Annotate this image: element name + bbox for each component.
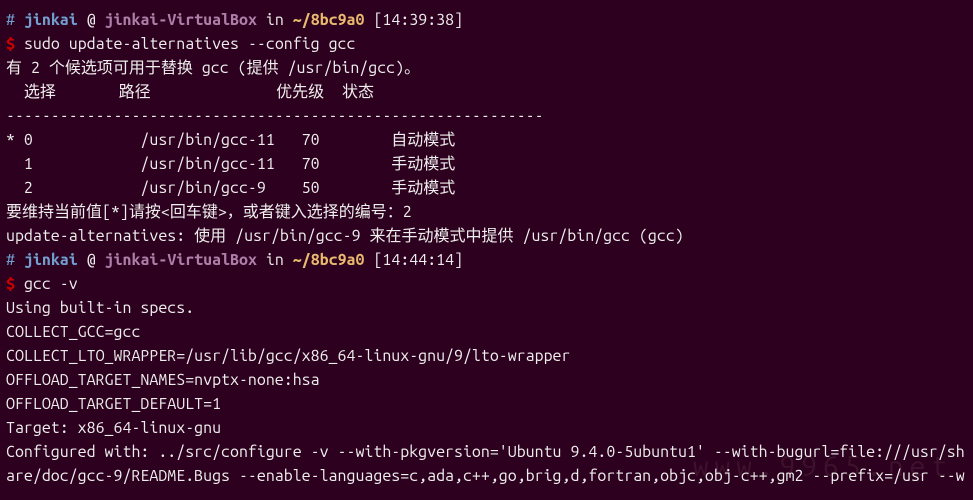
prompt-time: [14:39:38]: [373, 11, 463, 29]
prompt-time: [14:44:14]: [373, 251, 463, 269]
command-text: gcc -v: [24, 275, 78, 293]
gcc-output-line: COLLECT_GCC=gcc: [6, 320, 967, 344]
gcc-output-line: Target: x86_64-linux-gnu: [6, 416, 967, 440]
selection-prompt[interactable]: 要维持当前值[*]请按<回车键>，或者键入选择的编号：2: [6, 200, 967, 224]
command-text: sudo update-alternatives --config gcc: [24, 35, 356, 53]
gcc-output-line: OFFLOAD_TARGET_NAMES=nvptx-none:hsa: [6, 368, 967, 392]
confirmation-line: update-alternatives: 使用 /usr/bin/gcc-9 来…: [6, 224, 967, 248]
command-line-2[interactable]: $ gcc -v: [6, 272, 967, 296]
table-row: * 0 /usr/bin/gcc-11 70 自动模式: [6, 128, 967, 152]
prompt-host: jinkai-VirtualBox: [105, 251, 257, 269]
prompt-host: jinkai-VirtualBox: [105, 11, 257, 29]
prompt-path: ~/8bc9a0: [293, 11, 365, 29]
prompt-dollar: $: [6, 35, 15, 53]
gcc-output-line: Configured with: ../src/configure -v --w…: [6, 440, 967, 464]
prompt-hash: #: [6, 11, 15, 29]
prompt-line-2: # jinkai @ jinkai-VirtualBox in ~/8bc9a0…: [6, 248, 967, 272]
output-line: 有 2 个候选项可用于替换 gcc (提供 /usr/bin/gcc)。: [6, 56, 967, 80]
prompt-path: ~/8bc9a0: [293, 251, 365, 269]
prompt-user: jinkai: [24, 11, 78, 29]
prompt-at: @: [87, 11, 96, 29]
prompt-hash: #: [6, 251, 15, 269]
prompt-in: in: [266, 11, 284, 29]
gcc-output-line: Using built-in specs.: [6, 296, 967, 320]
table-header: 选择 路径 优先级 状态: [6, 80, 967, 104]
table-row: 1 /usr/bin/gcc-11 70 手动模式: [6, 152, 967, 176]
table-divider: ----------------------------------------…: [6, 104, 967, 128]
table-row: 2 /usr/bin/gcc-9 50 手动模式: [6, 176, 967, 200]
command-line-1[interactable]: $ sudo update-alternatives --config gcc: [6, 32, 967, 56]
prompt-dollar: $: [6, 275, 15, 293]
gcc-output-line: OFFLOAD_TARGET_DEFAULT=1: [6, 392, 967, 416]
prompt-line-1: # jinkai @ jinkai-VirtualBox in ~/8bc9a0…: [6, 8, 967, 32]
prompt-user: jinkai: [24, 251, 78, 269]
prompt-in: in: [266, 251, 284, 269]
prompt-at: @: [87, 251, 96, 269]
gcc-output-line: COLLECT_LTO_WRAPPER=/usr/lib/gcc/x86_64-…: [6, 344, 967, 368]
gcc-output-line: are/doc/gcc-9/README.Bugs --enable-langu…: [6, 464, 967, 488]
